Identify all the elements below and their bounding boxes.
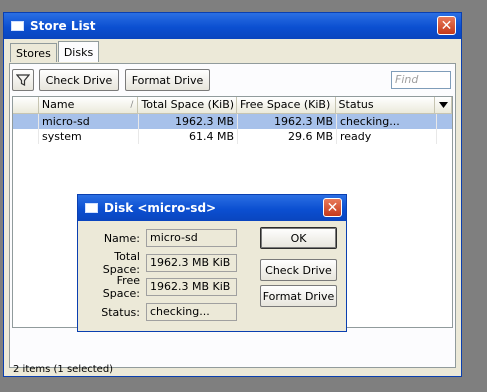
window-close-button[interactable]: ✕ — [437, 16, 456, 35]
check-drive-button[interactable]: Check Drive — [39, 69, 119, 91]
column-header-marker — [13, 97, 39, 113]
cell-status: checking... — [337, 114, 437, 129]
cell-total: 61.4 MB — [139, 129, 238, 144]
field-free-space: Free Space: 1962.3 MB KiB — [80, 274, 237, 300]
tab-disks[interactable]: Disks — [57, 41, 100, 62]
cell-free: 1962.3 MB — [238, 114, 337, 129]
cell-total: 1962.3 MB — [139, 114, 238, 129]
free-space-field[interactable]: 1962.3 MB KiB — [146, 278, 237, 296]
filter-button[interactable] — [12, 69, 34, 91]
table-header: Name / Total Space (KiB) Free Space (KiB… — [13, 97, 452, 114]
column-header-name[interactable]: Name / — [39, 97, 139, 113]
column-header-status[interactable]: Status — [336, 97, 436, 113]
sort-icon: / — [130, 100, 134, 110]
name-field[interactable]: micro-sd — [146, 229, 237, 247]
field-label: Name: — [103, 231, 140, 245]
column-header-total[interactable]: Total Space (KiB) — [138, 97, 237, 113]
field-label: Total Space: — [102, 250, 140, 276]
cell-status: ready — [337, 129, 437, 144]
window-titlebar[interactable]: Store List ✕ — [4, 13, 461, 39]
format-drive-button[interactable]: Format Drive — [125, 69, 210, 91]
dropdown-arrow-icon — [438, 102, 448, 108]
field-label: Status: — [101, 305, 140, 319]
status-field[interactable]: checking... — [146, 303, 237, 321]
tab-stores[interactable]: Stores — [10, 43, 57, 62]
field-name: Name: micro-sd — [80, 229, 237, 247]
filter-icon — [16, 74, 30, 86]
status-bar: 2 items (1 selected) — [9, 364, 456, 376]
dialog-close-button[interactable]: ✕ — [323, 198, 342, 217]
cell-name: system — [39, 129, 139, 144]
window-icon — [11, 21, 24, 31]
ok-button[interactable]: OK — [260, 227, 337, 249]
format-drive-button[interactable]: Format Drive — [260, 285, 337, 307]
dialog-title: Disk <micro-sd> — [104, 201, 217, 215]
close-icon: ✕ — [326, 199, 339, 216]
field-status: Status: checking... — [80, 303, 237, 321]
window-title: Store List — [30, 19, 96, 33]
cell-name: micro-sd — [39, 114, 139, 129]
table-row[interactable]: micro-sd 1962.3 MB 1962.3 MB checking... — [13, 114, 452, 129]
find-input[interactable]: Find — [391, 71, 451, 89]
window-icon — [85, 203, 98, 213]
field-label: Free Space: — [102, 274, 140, 300]
column-menu-button[interactable] — [435, 97, 452, 113]
field-total-space: Total Space: 1962.3 MB KiB — [80, 250, 237, 276]
tab-bar: Stores Disks — [10, 41, 100, 63]
dialog-titlebar[interactable]: Disk <micro-sd> ✕ — [78, 195, 346, 221]
status-text: 2 items (1 selected) — [13, 364, 114, 375]
disk-dialog: Disk <micro-sd> ✕ Name: micro-sd Total S… — [77, 194, 347, 332]
column-header-free[interactable]: Free Space (KiB) — [237, 97, 336, 113]
toolbar: Check Drive Format Drive Find — [12, 69, 453, 93]
check-drive-button[interactable]: Check Drive — [260, 259, 337, 281]
total-space-field[interactable]: 1962.3 MB KiB — [146, 254, 237, 272]
table-row[interactable]: system 61.4 MB 29.6 MB ready — [13, 129, 452, 144]
cell-free: 29.6 MB — [238, 129, 337, 144]
close-icon: ✕ — [440, 17, 453, 34]
